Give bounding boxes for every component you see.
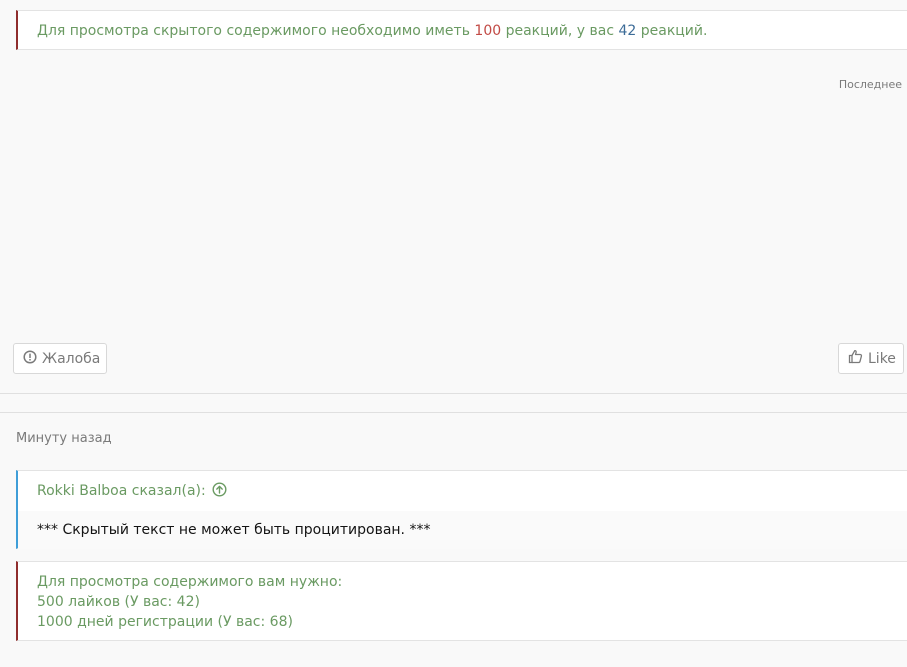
quote-author-link[interactable]: Rokki Balboa сказал(а): (37, 483, 206, 499)
quote-body: *** Скрытый текст не может быть процитир… (18, 511, 907, 549)
requirement-item: 500 лайков (У вас: 42) (37, 594, 200, 610)
post-timestamp[interactable]: Минуту назад (16, 431, 112, 446)
required-reactions-count: 100 (474, 23, 502, 39)
quote-header: Rokki Balboa сказал(а): (18, 471, 907, 511)
arrow-up-circle-icon[interactable] (206, 481, 227, 501)
requirements-title: Для просмотра содержимого вам нужно: (37, 574, 343, 590)
last-edited-label[interactable]: Последнее (839, 78, 902, 91)
report-button[interactable]: Жалоба (13, 343, 107, 374)
notice-prefix: Для просмотра скрытого содержимого необх… (37, 23, 475, 39)
quote-block: Rokki Balboa сказал(а): *** Скрытый текс… (16, 470, 907, 549)
notice-suffix: реакций. (636, 23, 708, 39)
thumbs-up-icon (848, 349, 868, 368)
requirement-item: 1000 дней регистрации (У вас: 68) (37, 614, 293, 630)
report-label: Жалоба (42, 350, 101, 367)
like-label: Like (868, 350, 896, 367)
notice-middle: реакций, у вас (501, 23, 619, 39)
like-button[interactable]: Like (838, 343, 904, 374)
requirements-notice: Для просмотра содержимого вам нужно: 500… (16, 561, 907, 641)
current-reactions-count: 42 (618, 23, 637, 39)
hidden-content-notice: Для просмотра скрытого содержимого необх… (16, 10, 907, 50)
post-divider-bottom (0, 412, 907, 413)
post-gap (0, 394, 907, 412)
exclamation-circle-icon (23, 349, 42, 368)
